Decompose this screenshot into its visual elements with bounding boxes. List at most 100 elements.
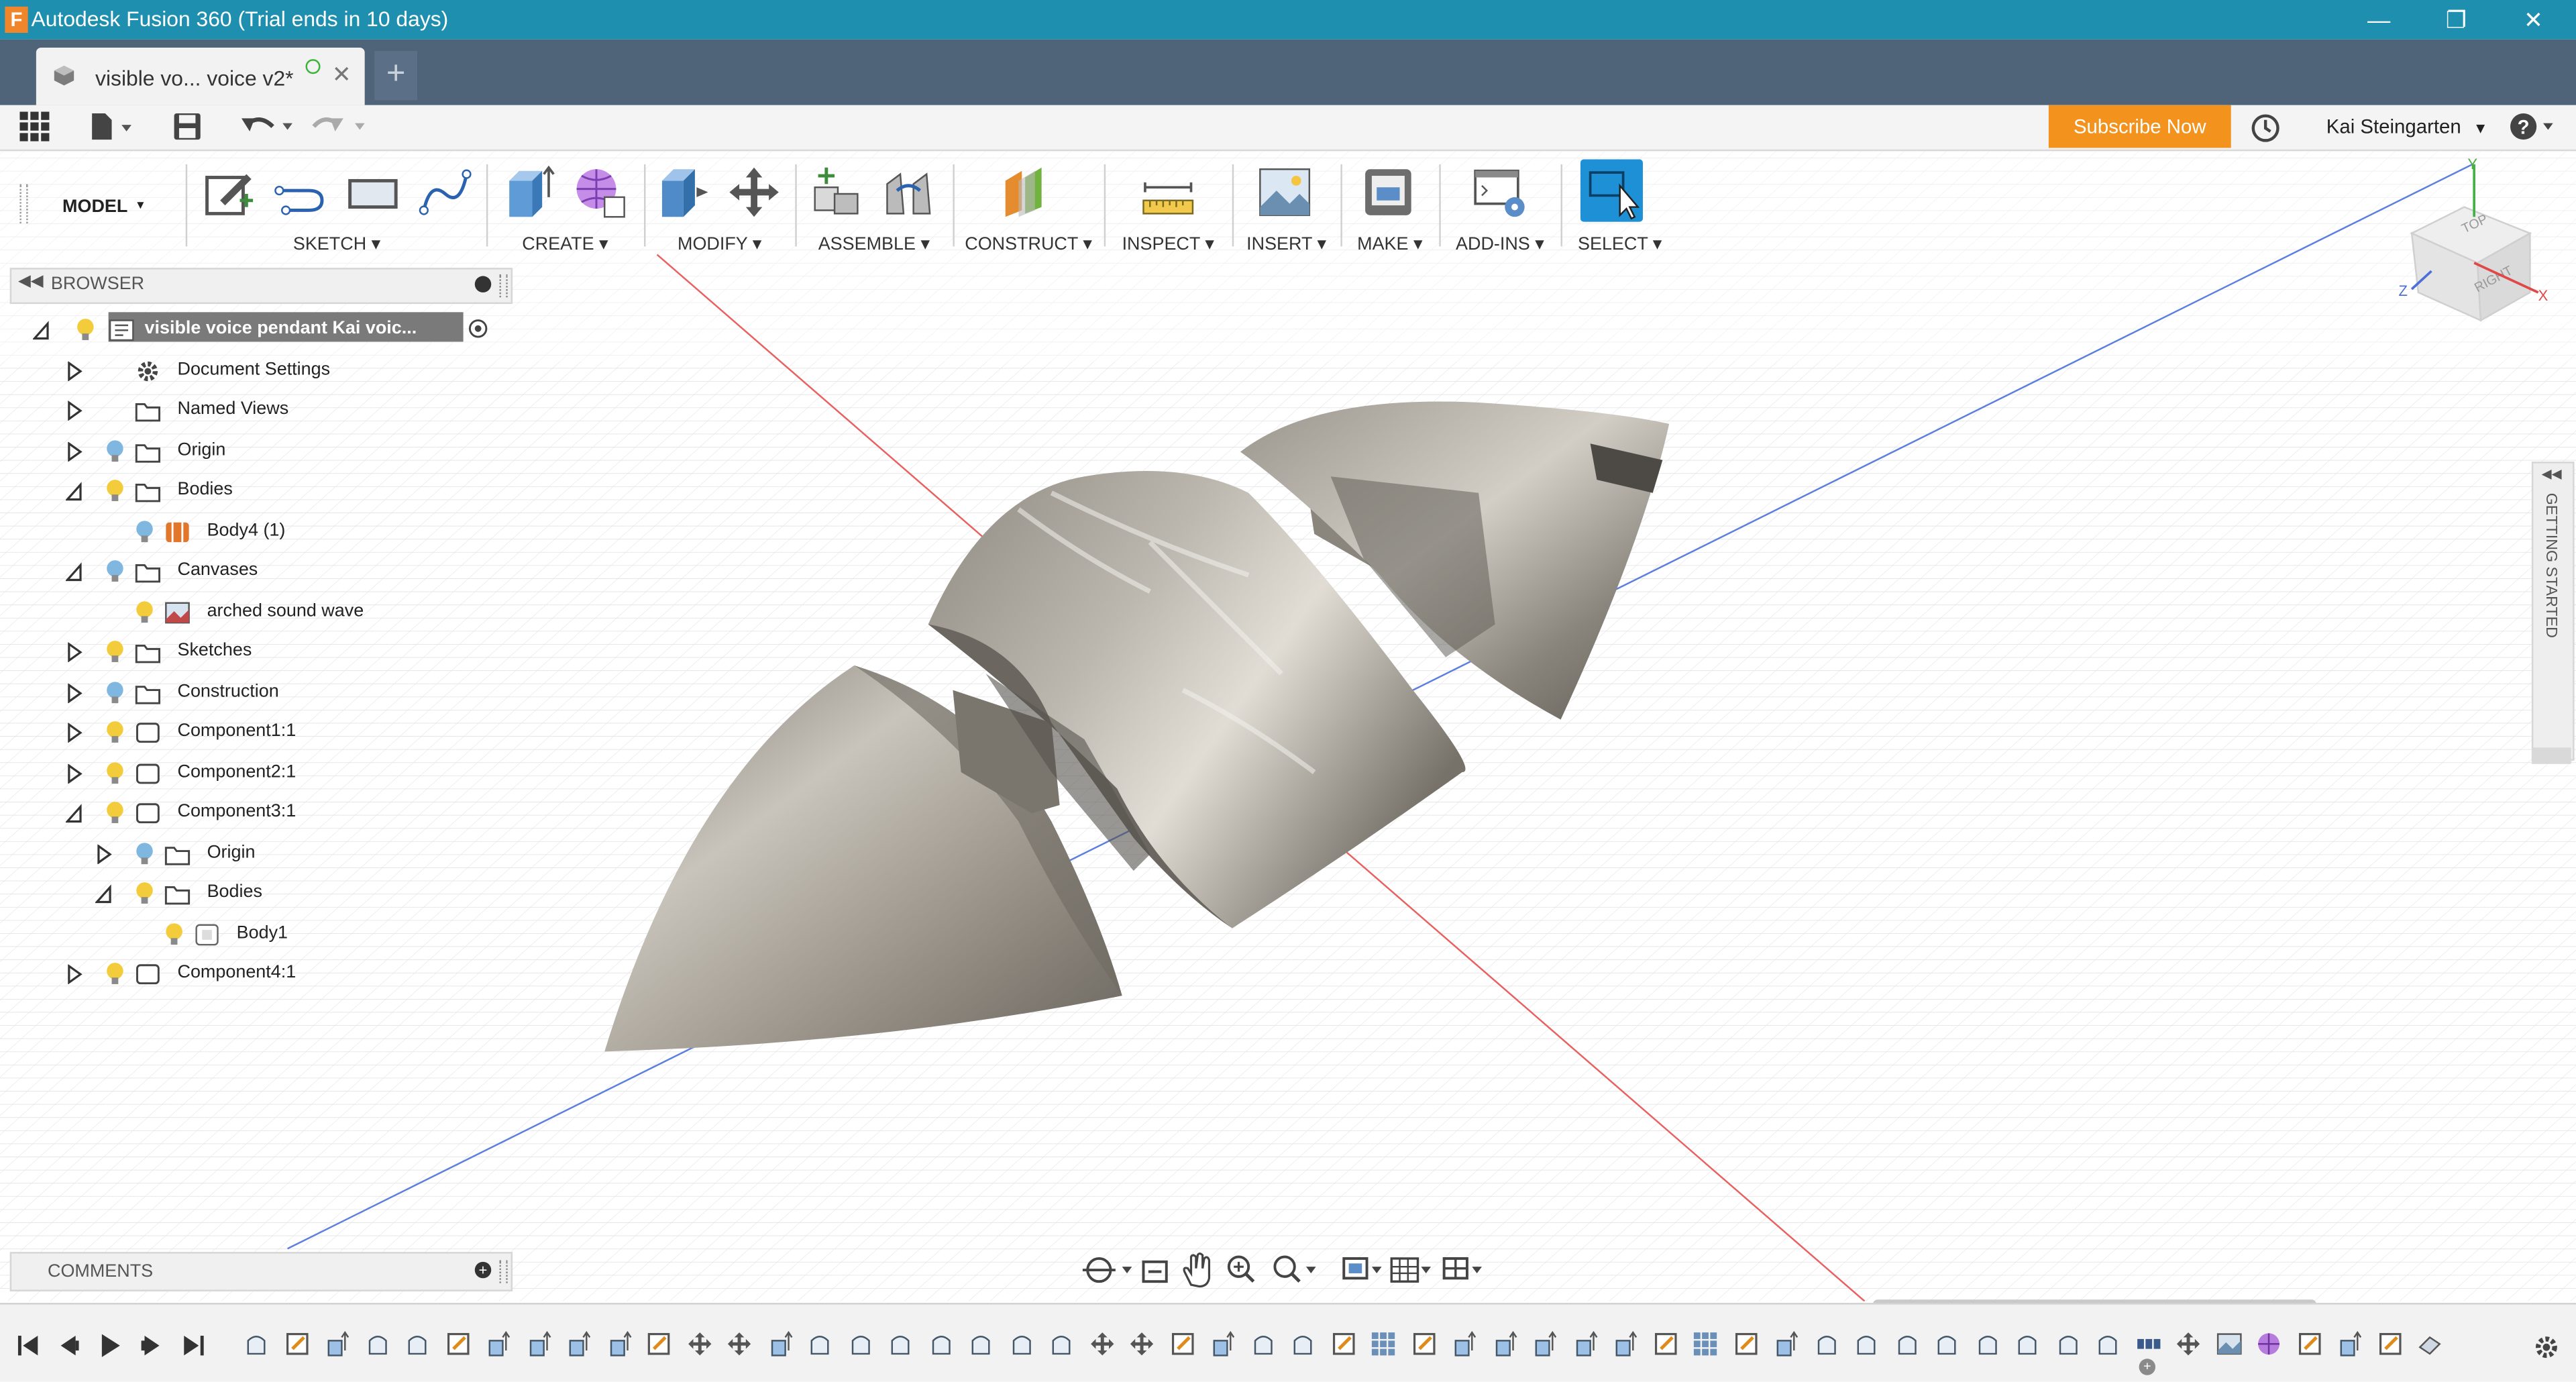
timeline-body-icon[interactable] <box>2094 1331 2121 1357</box>
timeline-body-icon[interactable] <box>887 1331 913 1357</box>
timeline-sketch-icon[interactable] <box>444 1331 470 1357</box>
spline-icon[interactable] <box>417 164 473 220</box>
timeline-sketch-icon[interactable] <box>1652 1331 1678 1357</box>
visibility-bulb-icon[interactable] <box>135 841 154 867</box>
browser-node[interactable]: Component3:1 <box>10 794 503 833</box>
job-status-clock-icon[interactable] <box>2251 113 2280 143</box>
create-group[interactable]: CREATE ▾ <box>493 151 638 260</box>
new-tab-button[interactable]: + <box>374 50 418 101</box>
timeline-extrude-icon[interactable] <box>1531 1330 1557 1357</box>
timeline-extrude-icon[interactable] <box>565 1330 591 1357</box>
visibility-bulb-icon[interactable] <box>135 599 154 625</box>
timeline-extrude-icon[interactable] <box>1491 1330 1517 1357</box>
timeline-body-icon[interactable] <box>2014 1331 2040 1357</box>
insert-image-icon[interactable] <box>1256 164 1312 220</box>
close-tab-icon[interactable]: ✕ <box>332 61 352 89</box>
file-menu-icon[interactable] <box>89 112 135 142</box>
viewports-icon[interactable] <box>1442 1257 1482 1280</box>
timeline-sketch-icon[interactable] <box>1410 1331 1436 1357</box>
minimize-icon[interactable]: — <box>2341 0 2417 40</box>
timeline-settings-gear-icon[interactable] <box>2533 1334 2559 1361</box>
timeline-extrude-icon[interactable] <box>1772 1330 1799 1357</box>
visibility-bulb-icon[interactable] <box>164 921 184 947</box>
timeline-body-icon[interactable] <box>1813 1331 1839 1357</box>
comments-panel-header[interactable]: COMMENTS + <box>9 1252 513 1291</box>
skip-end-icon[interactable] <box>180 1332 207 1359</box>
expanded-triangle-icon[interactable] <box>32 321 49 340</box>
timeline-body-icon[interactable] <box>1974 1331 2000 1357</box>
visibility-bulb-icon[interactable] <box>105 438 125 464</box>
line-icon[interactable] <box>273 164 329 220</box>
collapsed-triangle-icon[interactable] <box>95 843 112 863</box>
timeline-body-icon[interactable] <box>1289 1331 1316 1357</box>
timeline-move-icon[interactable] <box>1128 1331 1155 1357</box>
timeline-move-icon[interactable] <box>1088 1331 1114 1357</box>
timeline-body-icon[interactable] <box>1249 1331 1275 1357</box>
timeline-extrude-icon[interactable] <box>1611 1330 1638 1357</box>
collapsed-triangle-icon[interactable] <box>66 964 83 984</box>
subscribe-now-button[interactable]: Subscribe Now <box>2048 105 2231 148</box>
fit-icon[interactable] <box>1273 1255 1316 1283</box>
browser-minimize-icon[interactable] <box>474 276 492 293</box>
timeline-sketch-icon[interactable] <box>2376 1331 2402 1357</box>
timeline-body-icon[interactable] <box>1853 1331 1879 1357</box>
panel-grip[interactable] <box>499 274 508 298</box>
timeline-extrude-icon[interactable] <box>525 1330 551 1357</box>
timeline-body-icon[interactable] <box>967 1331 994 1357</box>
undo-icon[interactable] <box>240 113 296 140</box>
move-icon[interactable] <box>726 164 782 220</box>
visibility-bulb-icon[interactable] <box>76 317 95 343</box>
visibility-bulb-icon[interactable] <box>105 680 125 706</box>
timeline-extrude-icon[interactable] <box>323 1330 350 1357</box>
orbit-icon[interactable] <box>1082 1257 1132 1283</box>
timeline-pattern-line-icon[interactable] <box>2135 1331 2161 1357</box>
timeline-sketch-icon[interactable] <box>645 1331 672 1357</box>
form-icon[interactable] <box>572 164 627 220</box>
timeline-sketch-icon[interactable] <box>2296 1331 2322 1357</box>
3d-print-icon[interactable] <box>1360 164 1416 220</box>
expanded-triangle-icon[interactable] <box>65 482 82 501</box>
timeline-body-icon[interactable] <box>1008 1331 1034 1357</box>
visibility-bulb-icon[interactable] <box>105 639 125 666</box>
timeline-extrude-icon[interactable] <box>1571 1330 1597 1357</box>
redo-icon[interactable] <box>312 113 368 140</box>
side-scrollbar[interactable] <box>2531 747 2571 764</box>
create-sketch-icon[interactable] <box>201 164 256 220</box>
timeline-body-icon[interactable] <box>243 1331 269 1357</box>
pan-icon[interactable] <box>1183 1252 1211 1288</box>
timeline-body-icon[interactable] <box>364 1331 390 1357</box>
timeline-extrude-icon[interactable] <box>605 1330 631 1357</box>
visibility-bulb-icon[interactable] <box>105 720 125 746</box>
browser-node[interactable]: Named Views <box>10 391 503 431</box>
browser-node[interactable]: Bodies <box>10 472 503 511</box>
restore-icon[interactable]: ❐ <box>2418 0 2494 40</box>
getting-started-tab[interactable]: ◀◀ GETTING STARTED <box>2531 462 2575 761</box>
browser-node[interactable]: Construction <box>10 673 503 712</box>
sketch-group[interactable]: SKETCH ▾ <box>194 151 480 260</box>
collapsed-triangle-icon[interactable] <box>66 642 83 662</box>
extrude-icon[interactable] <box>499 164 555 220</box>
timeline-body-icon[interactable] <box>927 1331 953 1357</box>
measure-icon[interactable] <box>1140 164 1196 220</box>
timeline-sketch-icon[interactable] <box>1169 1331 1195 1357</box>
collapsed-triangle-icon[interactable] <box>66 401 83 421</box>
timeline-extrude-icon[interactable] <box>766 1330 792 1357</box>
help-icon[interactable]: ? <box>2509 112 2558 142</box>
step-forward-icon[interactable] <box>138 1332 164 1359</box>
timeline-pattern-icon[interactable] <box>1370 1331 1396 1357</box>
browser-node[interactable]: arched sound wave <box>10 592 503 632</box>
document-tab[interactable]: visible vo... voice v2* ✕ <box>36 48 365 105</box>
timeline-move-icon[interactable] <box>2175 1331 2201 1357</box>
zoom-icon[interactable] <box>1227 1255 1255 1283</box>
timeline-move-icon[interactable] <box>726 1331 752 1357</box>
browser-node[interactable]: Body1 <box>10 914 503 954</box>
save-icon[interactable] <box>172 112 202 142</box>
browser-node[interactable]: Component4:1 <box>10 955 503 994</box>
browser-root-node[interactable]: visible voice pendant Kai voic... <box>10 311 503 350</box>
rectangle-icon[interactable] <box>345 164 400 220</box>
timeline-body-icon[interactable] <box>1893 1331 1919 1357</box>
timeline-body-icon[interactable] <box>806 1331 833 1357</box>
play-icon[interactable] <box>97 1332 123 1359</box>
add-comment-icon[interactable]: + <box>474 1261 492 1279</box>
collapse-panel-icon[interactable]: ◀◀ <box>18 273 44 291</box>
